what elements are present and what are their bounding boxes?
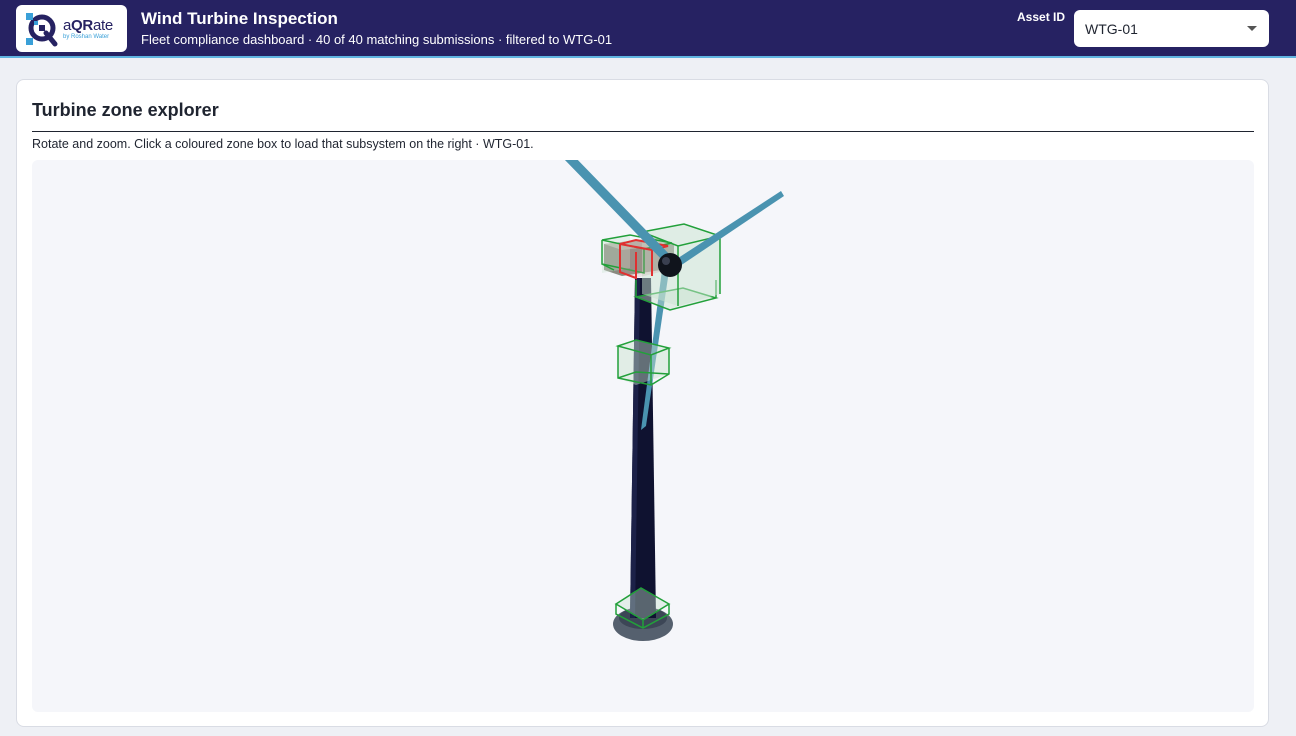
zone-box-tower-mid[interactable]	[615, 339, 672, 386]
title-divider	[32, 131, 1254, 132]
app-logo[interactable]: aQRate by Roshan Water	[16, 5, 127, 52]
app-title: Wind Turbine Inspection	[141, 9, 338, 28]
card-title: Turbine zone explorer	[32, 100, 219, 120]
qr-logo-icon	[25, 11, 59, 46]
app-subtitle: Fleet compliance dashboard · 40 of 40 ma…	[141, 32, 613, 47]
asset-id-value: WTG-01	[1085, 20, 1138, 37]
turbine-zone-explorer-card: Turbine zone explorer Rotate and zoom. C…	[16, 79, 1269, 727]
asset-id-label: Asset ID	[1017, 10, 1066, 24]
rotor-hub	[658, 253, 682, 277]
asset-id-select[interactable]: WTG-01	[1074, 10, 1269, 47]
logo-text: aQRate by Roshan Water	[63, 18, 113, 40]
3d-viewport[interactable]	[32, 160, 1254, 712]
rotor-hub-highlight	[662, 257, 670, 265]
caret-down-icon	[1247, 26, 1257, 31]
turbine-scene	[564, 160, 784, 641]
logo-wordmark: aQRate	[63, 16, 113, 34]
card-description: Rotate and zoom. Click a coloured zone b…	[32, 137, 534, 151]
top-bar: aQRate by Roshan Water Wind Turbine Insp…	[0, 0, 1296, 58]
logo-tagline: by Roshan Water	[63, 33, 110, 40]
